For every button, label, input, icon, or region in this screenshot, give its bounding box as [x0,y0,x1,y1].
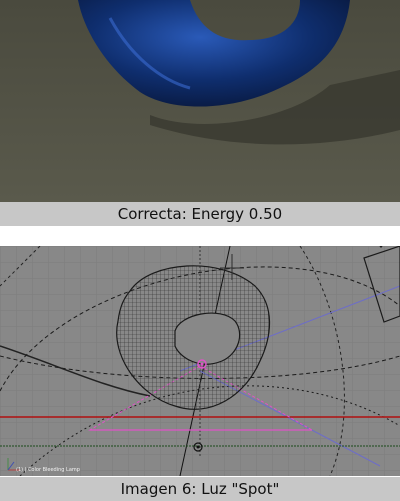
viewport-object-label: (1) | Color Bleeding Lamp [16,467,80,473]
figure-caption-viewport: Imagen 6: Luz "Spot" [0,477,400,501]
render-image [0,0,400,203]
figure-caption-render: Correcta: Energy 0.50 [0,202,400,226]
viewport-3d[interactable]: (1) | Color Bleeding Lamp [0,246,400,476]
